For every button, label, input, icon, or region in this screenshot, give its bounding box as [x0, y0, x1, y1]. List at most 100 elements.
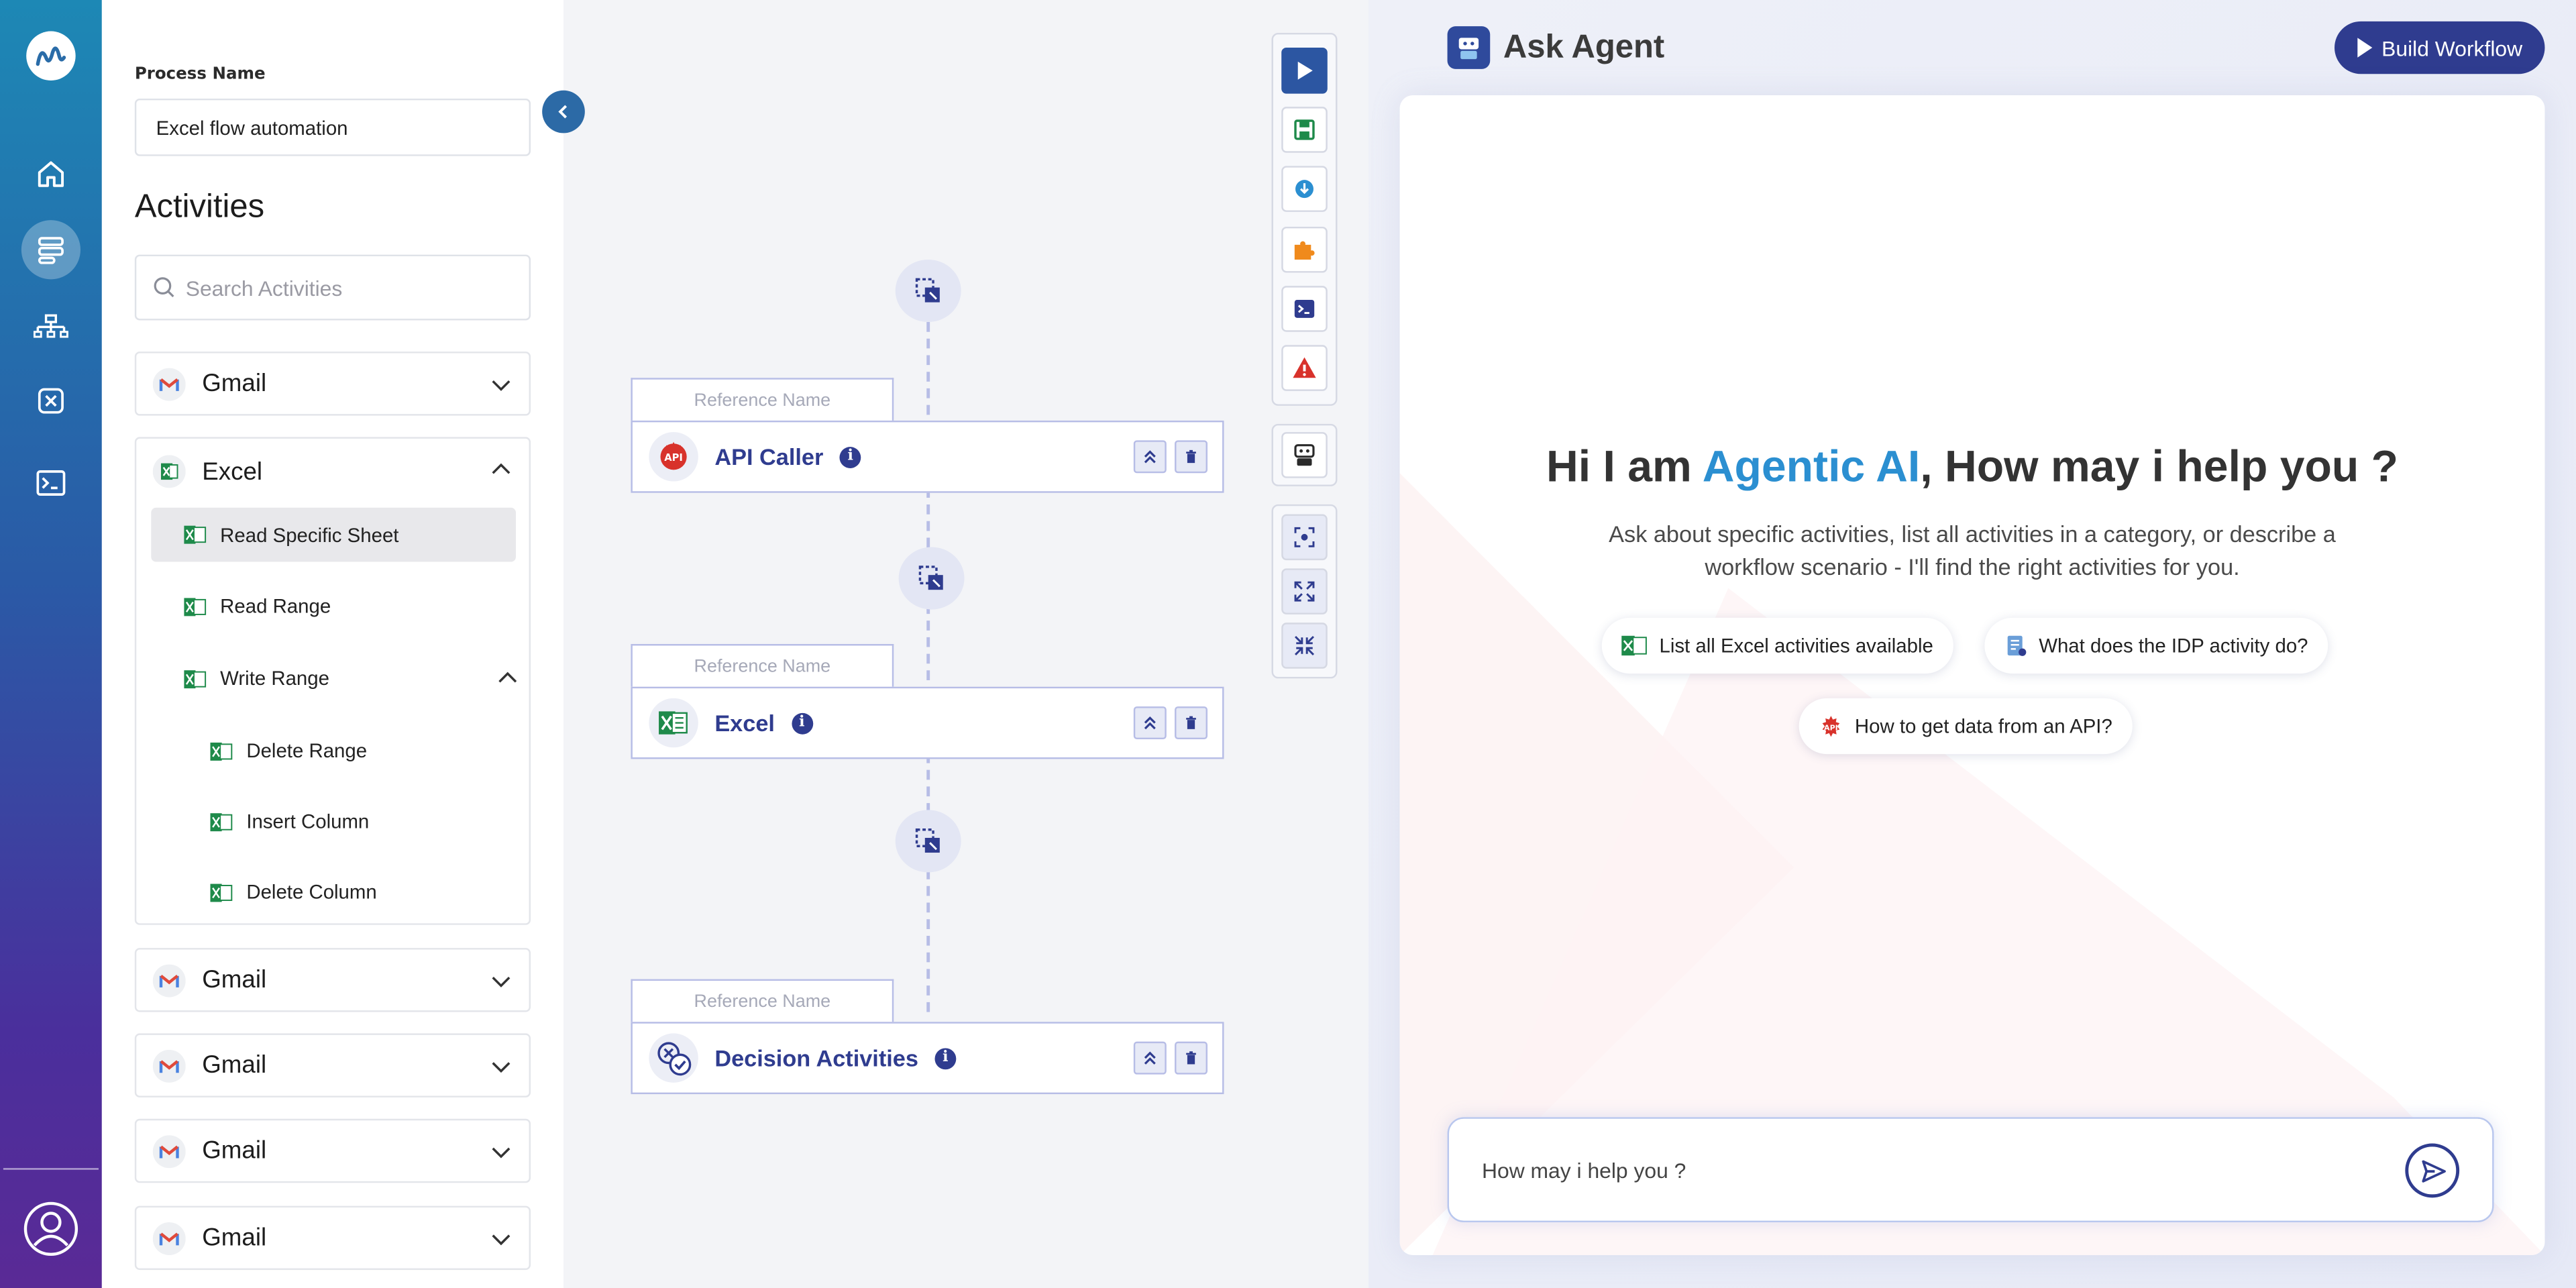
- rail-divider: [3, 1168, 99, 1170]
- chevron-down-icon[interactable]: [490, 969, 513, 992]
- svg-text:API: API: [664, 452, 683, 464]
- activity-delete-range[interactable]: Delete Range: [210, 735, 367, 767]
- terminal-icon[interactable]: [21, 453, 80, 513]
- agent-toolbar: [1271, 423, 1338, 486]
- move-up-button[interactable]: [1133, 1041, 1167, 1075]
- home-icon[interactable]: [21, 145, 80, 204]
- suggestion-chip-api[interactable]: API How to get data from an API?: [1799, 698, 2133, 755]
- group-name: Gmail: [202, 1224, 267, 1252]
- greeting-post: , How may i help you ?: [1920, 441, 2399, 492]
- chevron-up-icon[interactable]: [490, 458, 513, 481]
- group-name: Gmail: [202, 966, 267, 994]
- user-profile-icon[interactable]: [23, 1201, 78, 1256]
- activity-read-range[interactable]: Read Range: [184, 590, 331, 623]
- activity-label: Read Specific Sheet: [220, 523, 399, 547]
- delete-button[interactable]: [1175, 1041, 1208, 1075]
- excel-icon: [184, 525, 207, 544]
- save-icon: [1294, 119, 1315, 141]
- search-input[interactable]: [185, 275, 515, 300]
- info-icon[interactable]: i: [791, 712, 813, 734]
- build-workflow-label: Build Workflow: [2381, 35, 2523, 60]
- greeting-pre: Hi I am: [1546, 441, 1703, 492]
- move-up-button[interactable]: [1133, 440, 1167, 474]
- run-button[interactable]: [1281, 48, 1328, 94]
- process-name-input[interactable]: [134, 98, 531, 156]
- chevron-up-icon[interactable]: [496, 667, 519, 690]
- hierarchy-icon[interactable]: [21, 296, 80, 355]
- workflow-canvas[interactable]: Reference Name API API Caller i Referenc…: [564, 0, 1369, 1288]
- ask-agent-button[interactable]: [1281, 432, 1328, 478]
- activity-delete-column[interactable]: Delete Column: [210, 875, 377, 908]
- chip-label: How to get data from an API?: [1854, 714, 2112, 738]
- terminal-icon: [1294, 299, 1315, 318]
- suggestion-chip-excel[interactable]: List all Excel activities available: [1601, 617, 1953, 674]
- drop-zone-icon[interactable]: [895, 259, 961, 323]
- activity-name: Decision Activities: [714, 1044, 918, 1071]
- reference-name-field[interactable]: Reference Name: [631, 979, 894, 1022]
- info-icon[interactable]: i: [839, 445, 861, 468]
- reference-name-field[interactable]: Reference Name: [631, 378, 894, 421]
- activity-insert-column[interactable]: Insert Column: [210, 805, 369, 838]
- move-up-button[interactable]: [1133, 706, 1167, 740]
- chevron-down-icon[interactable]: [490, 1140, 513, 1163]
- chip-label: What does the IDP activity do?: [2039, 634, 2308, 657]
- console-button[interactable]: [1281, 285, 1328, 331]
- plugin-button[interactable]: [1281, 225, 1328, 272]
- group-gmail-5[interactable]: Gmail: [134, 1205, 531, 1271]
- activity-name: Excel: [714, 709, 775, 737]
- activity-card-excel[interactable]: Excel i: [631, 686, 1224, 759]
- greeting-heading: Hi I am Agentic AI, How may i help you ?: [1400, 442, 2545, 493]
- api-icon: API: [1822, 714, 1840, 737]
- activity-name: API Caller: [714, 443, 824, 470]
- decision-icon[interactable]: [21, 371, 80, 430]
- suggestion-chip-idp[interactable]: What does the IDP activity do?: [1984, 617, 2328, 674]
- activity-card-api-caller[interactable]: API API Caller i: [631, 420, 1224, 493]
- group-gmail-1[interactable]: Gmail: [134, 352, 531, 416]
- save-button[interactable]: [1281, 107, 1328, 154]
- group-name: Gmail: [202, 1051, 267, 1079]
- reference-name-field[interactable]: Reference Name: [631, 644, 894, 687]
- double-chevron-up-icon: [1144, 1051, 1156, 1065]
- deploy-button[interactable]: [1281, 166, 1328, 213]
- info-icon[interactable]: i: [934, 1047, 957, 1069]
- drop-zone-icon[interactable]: [895, 810, 961, 873]
- chevron-down-icon[interactable]: [490, 1055, 513, 1077]
- expand-button[interactable]: [1281, 568, 1328, 614]
- build-workflow-button[interactable]: Build Workflow: [2334, 21, 2545, 74]
- delete-button[interactable]: [1175, 706, 1208, 740]
- chevron-down-icon[interactable]: [490, 1227, 513, 1250]
- chat-input[interactable]: [1481, 1157, 2369, 1183]
- collapse-button[interactable]: [1281, 623, 1328, 669]
- errors-button[interactable]: [1281, 344, 1328, 391]
- puzzle-icon: [1294, 240, 1315, 259]
- drop-zone-icon[interactable]: [898, 547, 965, 610]
- focus-icon: [1294, 527, 1315, 547]
- chat-input-box[interactable]: [1447, 1117, 2494, 1223]
- collapse-sidebar-button[interactable]: [542, 90, 585, 133]
- greeting-subtitle: Ask about specific activities, list all …: [1609, 521, 2336, 580]
- canvas-toolbar: [1271, 32, 1338, 406]
- send-icon: [2421, 1159, 2445, 1182]
- send-button[interactable]: [2405, 1143, 2460, 1198]
- activity-search[interactable]: [134, 254, 531, 321]
- group-gmail-2[interactable]: Gmail: [134, 948, 531, 1012]
- excel-icon: [649, 698, 698, 748]
- gmail-icon: [152, 1221, 186, 1254]
- group-gmail-4[interactable]: Gmail: [134, 1118, 531, 1183]
- warning-icon: [1293, 357, 1316, 378]
- delete-button[interactable]: [1175, 440, 1208, 474]
- activity-read-specific-sheet[interactable]: Read Specific Sheet: [151, 507, 516, 562]
- excel-group-header[interactable]: Excel: [136, 439, 529, 504]
- app-root: Process Name Activities Gmail Excel Read…: [0, 0, 2576, 1288]
- focus-button[interactable]: [1281, 514, 1328, 561]
- workflow-icon[interactable]: [21, 220, 81, 280]
- activity-card-decision[interactable]: Decision Activities i: [631, 1022, 1224, 1095]
- gmail-icon: [152, 367, 186, 400]
- chevron-down-icon[interactable]: [490, 373, 513, 396]
- activity-write-range[interactable]: Write Range: [184, 662, 519, 695]
- app-logo-icon[interactable]: [26, 31, 76, 81]
- nav-rail: [0, 0, 102, 1288]
- activity-label: Insert Column: [246, 810, 370, 833]
- group-gmail-3[interactable]: Gmail: [134, 1033, 531, 1097]
- group-name: Excel: [202, 458, 263, 486]
